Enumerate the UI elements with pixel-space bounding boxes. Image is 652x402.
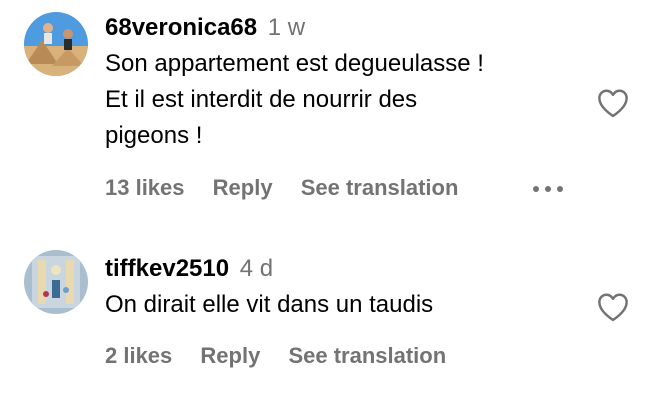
username[interactable]: 68veronica68 [105,14,257,41]
comment-text-line: On dirait elle vit dans un taudis [105,291,434,318]
avatar[interactable] [24,12,88,76]
comment-text-line: Et il est interdit de nourrir des [105,86,418,113]
username[interactable]: tiffkev2510 [105,255,229,282]
comment-actions: 13 likes Reply See translation [105,175,480,201]
comment-actions: 2 likes Reply See translation [105,343,468,369]
like-button[interactable] [596,292,630,322]
likes-count-button[interactable]: 2 likes [105,343,172,368]
comment-text-line: pigeons ! [105,122,203,149]
user-avatar-icon [24,12,88,76]
heart-outline-icon [598,293,628,322]
comment-time: 1 w [267,14,306,41]
comment-text: Son appartement est degueulasse ! Et il … [105,46,575,154]
user-avatar-icon [24,250,88,314]
see-translation-button[interactable]: See translation [288,343,446,368]
comment-text: On dirait elle vit dans un taudis [105,287,575,323]
comment-content: tiffkev2510 4 d On dirait elle vit dans … [105,254,575,323]
like-button[interactable] [596,88,630,118]
likes-count-button[interactable]: 13 likes [105,175,185,200]
reply-button[interactable]: Reply [200,343,260,368]
reply-button[interactable]: Reply [213,175,273,200]
comment-time: 4 d [239,255,274,282]
comment-content: 68veronica68 1 w Son appartement est deg… [105,13,575,154]
comment-header: 68veronica68 1 w [105,13,575,43]
heart-outline-icon [598,89,628,118]
comment-text-line: Son appartement est degueulasse ! [105,50,484,77]
more-horizontal-icon [533,186,563,192]
comment-header: tiffkev2510 4 d [105,254,575,284]
see-translation-button[interactable]: See translation [301,175,459,200]
more-options-button[interactable] [530,181,566,197]
avatar[interactable] [24,250,88,314]
